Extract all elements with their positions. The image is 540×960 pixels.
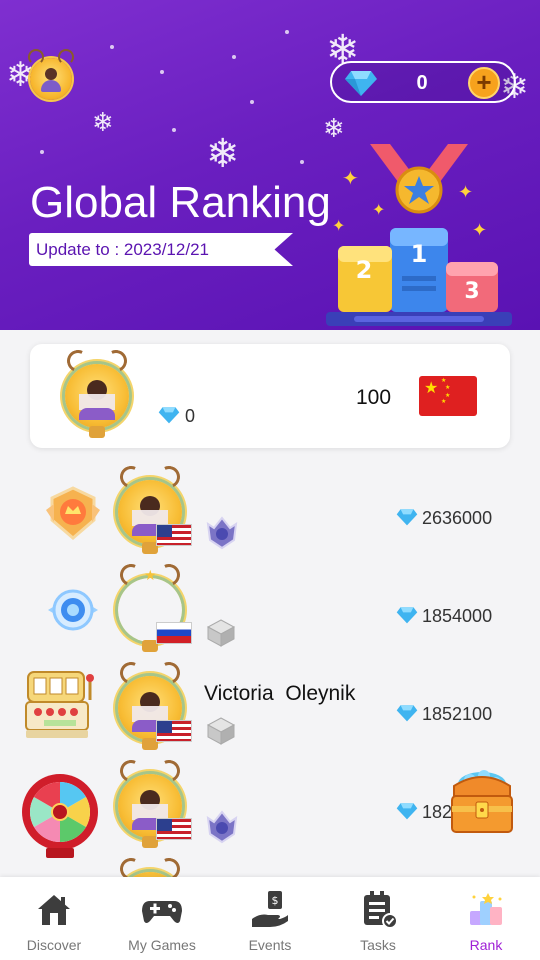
- my-diamonds: 0: [185, 406, 196, 426]
- bottom-nav: Discover My Games $ Events Tasks Rank: [0, 877, 540, 960]
- nav-label: My Games: [128, 937, 196, 953]
- podium-medal-illustration: 1 2 3: [326, 144, 512, 326]
- svg-text:1: 1: [411, 240, 428, 268]
- nav-rank[interactable]: Rank: [432, 877, 540, 960]
- diamond-balance[interactable]: 0 +: [330, 61, 516, 103]
- silver-tier-badge-icon: [206, 810, 238, 844]
- gold-rank-badge-icon: [46, 486, 100, 540]
- diamond-icon: [396, 509, 418, 526]
- diamond-icon: [396, 705, 418, 722]
- home-icon: [38, 895, 70, 925]
- slot-machine-icon[interactable]: [24, 670, 96, 742]
- diamond-icon: [396, 607, 418, 624]
- update-date: Update to : 2023/12/21: [36, 240, 209, 259]
- nav-label: Discover: [26, 937, 82, 953]
- svg-text:$: $: [272, 894, 279, 907]
- russia-flag: [156, 622, 192, 644]
- us-flag: [156, 720, 192, 742]
- treasure-chest-icon[interactable]: [446, 764, 518, 838]
- diamond-icon: [345, 71, 377, 96]
- add-diamonds-button[interactable]: +: [468, 67, 500, 99]
- leaderboard-row[interactable]: 2636000: [0, 462, 540, 566]
- my-score: 100: [356, 386, 392, 409]
- china-flag: ★ ★ ★ ★ ★: [419, 376, 477, 416]
- diamond-icon: [158, 407, 180, 424]
- svg-text:3: 3: [464, 279, 479, 304]
- hand-money-icon: $: [252, 891, 288, 927]
- rank-header: ❄ ❄ ❄ ❄ ❄ ❄ 0 + Global Ranking Update to…: [0, 0, 540, 330]
- nav-label: Tasks: [360, 937, 396, 953]
- user-avatar[interactable]: [28, 49, 74, 100]
- snowflake-icon: ❄: [92, 108, 114, 138]
- diamond-icon: [396, 803, 418, 820]
- nav-label: Rank: [469, 937, 503, 953]
- us-flag: [156, 524, 192, 546]
- nav-events[interactable]: $ Events: [216, 877, 324, 960]
- leaderboard-row[interactable]: ★ 1854000: [0, 560, 540, 664]
- player-name: Victoria Oleynik: [204, 682, 356, 705]
- svg-text:2: 2: [356, 256, 373, 284]
- leaderboard-row[interactable]: Victoria Oleynik 1852100: [0, 658, 540, 762]
- update-date-banner: Update to : 2023/12/21: [29, 233, 293, 266]
- player-score: 2636000: [422, 508, 493, 528]
- silver-tier-badge-icon: [206, 516, 238, 550]
- gamepad-icon: [142, 901, 182, 923]
- podium-icon: [470, 893, 502, 925]
- player-score: 1852100: [422, 704, 493, 724]
- player-score: 1854000: [422, 606, 493, 626]
- nav-discover[interactable]: Discover: [0, 877, 108, 960]
- lucky-wheel-icon[interactable]: [20, 770, 100, 860]
- nav-tasks[interactable]: Tasks: [324, 877, 432, 960]
- snowflake-icon: ❄: [206, 131, 240, 177]
- my-rank-card[interactable]: 0 100 ★ ★ ★ ★ ★: [30, 344, 510, 448]
- tasks-icon: [364, 891, 398, 929]
- nav-label: Events: [248, 937, 292, 953]
- my-avatar: [63, 346, 131, 438]
- us-flag: [156, 818, 192, 840]
- blue-rank-badge-icon: [48, 589, 98, 631]
- cube-tier-icon: [206, 717, 236, 745]
- balance-value: 0: [416, 72, 428, 94]
- cube-tier-icon: [206, 619, 236, 647]
- nav-my-games[interactable]: My Games: [108, 877, 216, 960]
- page-title: Global Ranking: [30, 178, 331, 227]
